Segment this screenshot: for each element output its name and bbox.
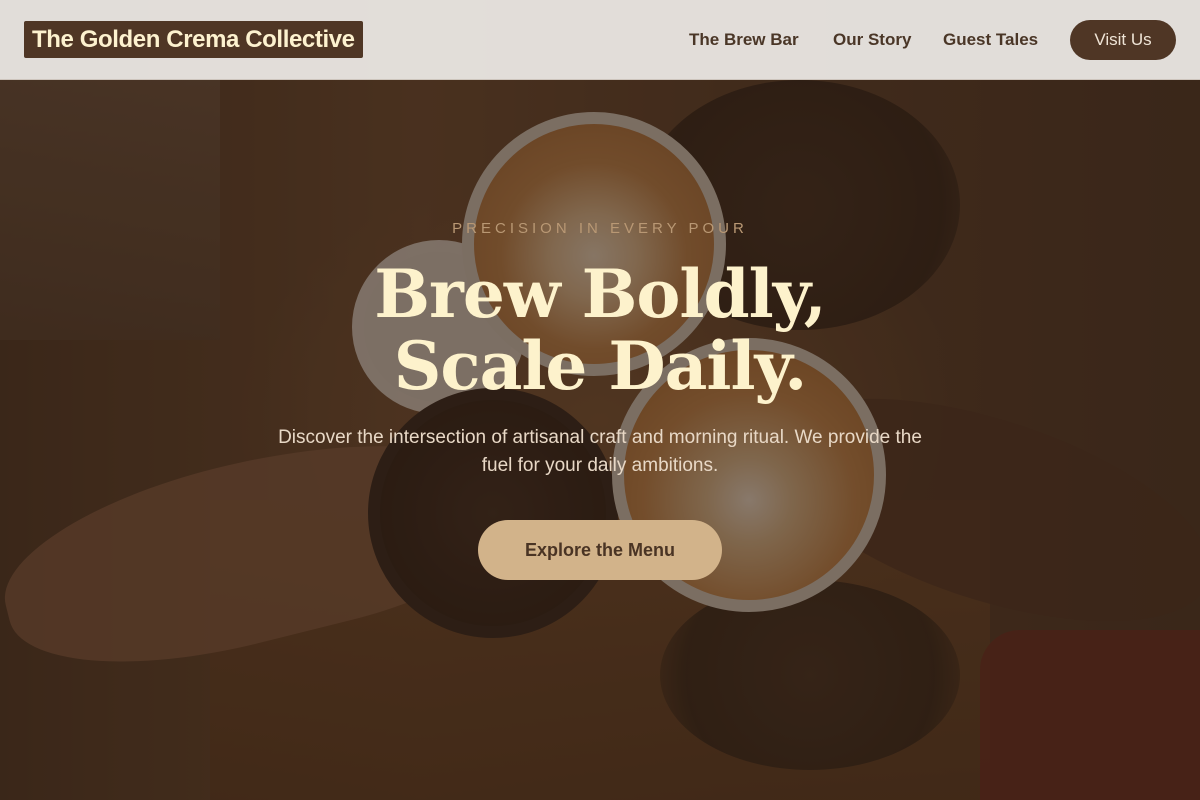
brand-logo[interactable]: The Golden Crema Collective <box>24 21 363 58</box>
nav-link-guest-tales[interactable]: Guest Tales <box>943 30 1038 50</box>
landing-page: The Golden Crema Collective The Brew Bar… <box>0 0 1200 800</box>
hero-headline-line-1: Brew Boldly, <box>374 255 826 333</box>
hero-headline: Brew Boldly, Scale Daily. <box>0 258 1200 402</box>
hero-headline-line-2: Scale Daily. <box>393 327 808 405</box>
nav-link-our-story[interactable]: Our Story <box>833 30 911 50</box>
explore-menu-button[interactable]: Explore the Menu <box>478 520 722 580</box>
hero-description: Discover the intersection of artisanal c… <box>278 427 922 476</box>
site-header: The Golden Crema Collective The Brew Bar… <box>0 0 1200 80</box>
hero-eyebrow: PRECISION IN EVERY POUR <box>452 220 748 237</box>
visit-us-button[interactable]: Visit Us <box>1070 20 1176 60</box>
nav-link-brew-bar[interactable]: The Brew Bar <box>689 30 799 50</box>
